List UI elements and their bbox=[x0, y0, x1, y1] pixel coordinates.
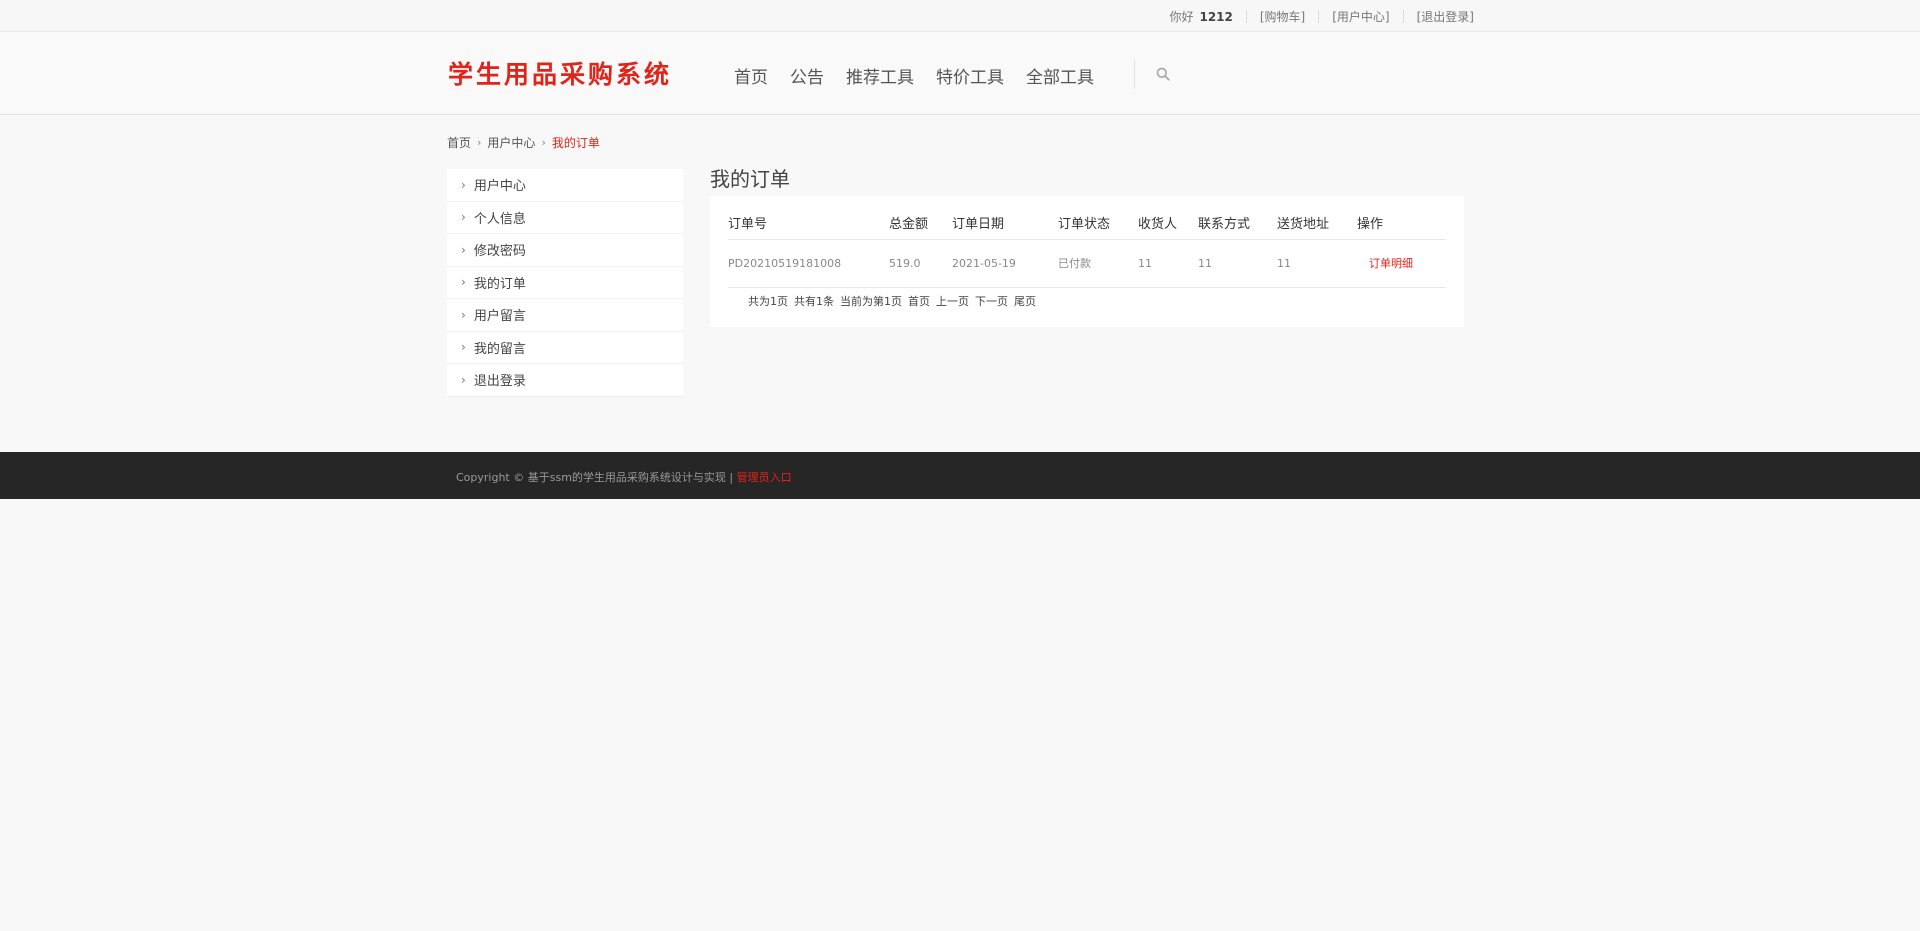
chevron-right-icon: › bbox=[461, 177, 466, 192]
cart-link[interactable]: [购物车] bbox=[1260, 8, 1305, 25]
nav-recommended-tools[interactable]: 推荐工具 bbox=[846, 63, 914, 88]
top-bar-links: 你好 1212 [购物车] [用户中心] [退出登录] bbox=[1169, 0, 1474, 32]
divider bbox=[1318, 9, 1320, 23]
sidebar-item-label: 我的留言 bbox=[473, 341, 526, 357]
cell-address: 11 bbox=[1277, 257, 1291, 270]
order-detail-link[interactable]: 订单明细 bbox=[1369, 240, 1413, 288]
pager-next-link[interactable]: 下一页 bbox=[975, 293, 1008, 309]
chevron-right-icon: › bbox=[461, 242, 466, 257]
divider bbox=[1245, 9, 1247, 23]
chevron-right-icon: › bbox=[461, 340, 466, 355]
table-row: PD20210519181008 519.0 2021-05-19 已付款 11… bbox=[728, 240, 1446, 288]
col-header-status: 订单状态 bbox=[1058, 217, 1111, 232]
footer-copyright: Copyright © 基于ssm的学生用品采购系统设计与实现 | 管理员入口 bbox=[456, 469, 792, 485]
sidebar-item-user-messages[interactable]: › 用户留言 bbox=[447, 299, 683, 332]
sidebar-item-my-messages[interactable]: › 我的留言 bbox=[447, 332, 683, 364]
sidebar-item-user-center[interactable]: › 用户中心 bbox=[447, 169, 683, 202]
chevron-right-icon: › bbox=[461, 210, 466, 225]
sidebar-item-label: 我的订单 bbox=[473, 276, 526, 292]
sidebar-item-label: 用户中心 bbox=[473, 179, 526, 195]
sidebar-item-label: 退出登录 bbox=[473, 374, 526, 390]
breadcrumb-current: 我的订单 bbox=[551, 136, 600, 150]
username: 1212 bbox=[1199, 9, 1233, 24]
site-logo[interactable]: 学生用品采购系统 bbox=[448, 55, 672, 91]
pagination: 共为1页 共有1条 当前为第1页 首页 上一页 下一页 尾页 bbox=[748, 293, 1042, 309]
search-icon[interactable] bbox=[1156, 67, 1170, 81]
divider bbox=[1402, 9, 1404, 23]
breadcrumb: 首页 › 用户中心 › 我的订单 bbox=[447, 134, 600, 151]
copyright-text: Copyright © 基于ssm的学生用品采购系统设计与实现 | bbox=[456, 471, 737, 484]
chevron-right-icon: › bbox=[541, 136, 546, 149]
cell-recipient: 11 bbox=[1138, 257, 1152, 270]
cell-date: 2021-05-19 bbox=[952, 257, 1016, 270]
main-nav: 首页 公告 推荐工具 特价工具 全部工具 bbox=[734, 63, 1116, 88]
col-header-address: 送货地址 bbox=[1277, 217, 1330, 232]
nav-announcements[interactable]: 公告 bbox=[790, 63, 824, 88]
pager-total-pages: 共为1页 bbox=[748, 295, 788, 308]
breadcrumb-home[interactable]: 首页 bbox=[447, 134, 471, 151]
order-table-panel: 订单号 总金额 订单日期 订单状态 收货人 联系方式 送货地址 操作 PD202… bbox=[710, 196, 1464, 327]
chevron-right-icon: › bbox=[461, 307, 466, 322]
table-header: 订单号 总金额 订单日期 订单状态 收货人 联系方式 送货地址 操作 bbox=[728, 214, 1446, 240]
greeting: 你好 1212 bbox=[1169, 9, 1233, 24]
sidebar-item-change-password[interactable]: › 修改密码 bbox=[447, 234, 683, 267]
chevron-right-icon: › bbox=[477, 136, 482, 149]
col-header-contact: 联系方式 bbox=[1198, 217, 1251, 232]
sidebar: › 用户中心 › 个人信息 › 修改密码 › 我的订单 › 用户留言 › 我的留言 › 退出登… bbox=[447, 169, 683, 397]
breadcrumb-user-center[interactable]: 用户中心 bbox=[487, 134, 535, 151]
pager-first-link[interactable]: 首页 bbox=[908, 293, 930, 309]
col-header-action: 操作 bbox=[1357, 217, 1384, 232]
admin-entry-link[interactable]: 管理员入口 bbox=[737, 471, 792, 484]
pager-total-items: 共有1条 bbox=[794, 295, 834, 308]
sidebar-item-logout[interactable]: › 退出登录 bbox=[447, 364, 683, 397]
page-title: 我的订单 bbox=[710, 167, 790, 191]
site-footer: Copyright © 基于ssm的学生用品采购系统设计与实现 | 管理员入口 bbox=[0, 452, 1920, 499]
logout-link[interactable]: [退出登录] bbox=[1417, 8, 1474, 25]
nav-special-price-tools[interactable]: 特价工具 bbox=[936, 63, 1004, 88]
cell-status: 已付款 bbox=[1058, 257, 1091, 270]
chevron-right-icon: › bbox=[461, 275, 466, 290]
pager-last-link[interactable]: 尾页 bbox=[1014, 293, 1036, 309]
col-header-total: 总金额 bbox=[889, 217, 929, 232]
sidebar-item-label: 用户留言 bbox=[473, 309, 526, 325]
cell-order-no: PD20210519181008 bbox=[728, 257, 842, 270]
sidebar-item-label: 修改密码 bbox=[473, 244, 526, 260]
top-bar: 你好 1212 [购物车] [用户中心] [退出登录] bbox=[0, 0, 1920, 32]
col-header-recipient: 收货人 bbox=[1138, 217, 1178, 232]
pager-prev-link[interactable]: 上一页 bbox=[936, 293, 969, 309]
col-header-date: 订单日期 bbox=[952, 217, 1005, 232]
col-header-order-no: 订单号 bbox=[728, 217, 768, 232]
cell-contact: 11 bbox=[1198, 257, 1212, 270]
site-header: 学生用品采购系统 首页 公告 推荐工具 特价工具 全部工具 bbox=[0, 33, 1920, 115]
nav-divider bbox=[1134, 59, 1135, 89]
pager-current-page: 当前为第1页 bbox=[840, 295, 902, 308]
nav-home[interactable]: 首页 bbox=[734, 63, 768, 88]
chevron-right-icon: › bbox=[461, 372, 466, 387]
sidebar-item-label: 个人信息 bbox=[473, 211, 526, 227]
user-center-link[interactable]: [用户中心] bbox=[1332, 8, 1389, 25]
nav-all-tools[interactable]: 全部工具 bbox=[1026, 63, 1094, 88]
cell-total: 519.0 bbox=[889, 257, 921, 270]
sidebar-item-my-orders[interactable]: › 我的订单 bbox=[447, 267, 683, 299]
sidebar-item-profile[interactable]: › 个人信息 bbox=[447, 202, 683, 234]
